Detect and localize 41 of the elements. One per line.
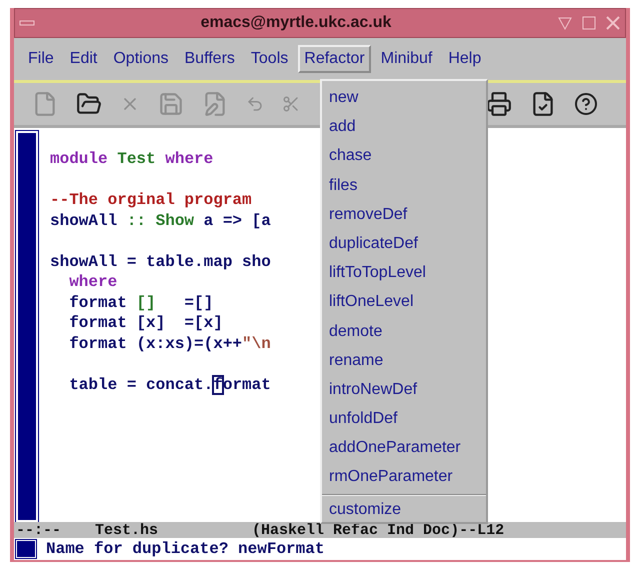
menu-item[interactable]: Edit bbox=[64, 45, 104, 73]
code-line: format [] =[] bbox=[68, 294, 214, 314]
window-title: emacs@myrtle.ukc.ac.uk bbox=[200, 14, 392, 32]
menu-item[interactable]: Tools bbox=[244, 45, 294, 73]
menu-item[interactable]: Refactor bbox=[298, 45, 371, 73]
menu-item[interactable]: Buffers bbox=[178, 45, 241, 73]
menu-entry[interactable]: rmOneParameter bbox=[322, 462, 486, 492]
menu-entry[interactable]: files bbox=[322, 170, 486, 200]
menu-entry[interactable]: chase bbox=[322, 141, 486, 171]
menu-item[interactable]: File bbox=[22, 45, 60, 73]
menu-item[interactable]: Options bbox=[107, 45, 174, 73]
menu-entry[interactable]: liftToTopLevel bbox=[322, 258, 486, 288]
code-line: table = concat.format bbox=[68, 374, 271, 396]
mode-line-status: --:-- bbox=[16, 522, 62, 538]
menu-entry[interactable]: addOneParameter bbox=[322, 433, 486, 462]
menu-entry[interactable]: add bbox=[322, 112, 486, 142]
code-line: format [x] =[x] bbox=[68, 314, 224, 334]
menu-entry[interactable]: liftOneLevel bbox=[322, 287, 486, 316]
code-line: --The orginal program bbox=[50, 190, 253, 211]
menu-entry[interactable]: demote bbox=[322, 316, 486, 346]
menu-entry[interactable]: new bbox=[322, 83, 486, 112]
code-line: where bbox=[68, 273, 118, 293]
major-modes: (Haskell Refac Ind Doc)--L12 bbox=[252, 522, 504, 538]
save-icon[interactable] bbox=[158, 91, 184, 117]
menu-entry[interactable]: unfoldDef bbox=[322, 404, 486, 434]
scissors-icon[interactable] bbox=[282, 95, 300, 113]
menu-entry[interactable]: introNewDef bbox=[322, 374, 486, 404]
buffer-name: Test.hs bbox=[95, 522, 158, 538]
code-line: showAll = table.map sho bbox=[50, 252, 271, 272]
code-line: format (x:xs)=(x++"\n bbox=[68, 334, 271, 354]
menu-item[interactable]: Help bbox=[442, 45, 488, 73]
undo-icon[interactable] bbox=[246, 95, 264, 113]
menu-entry[interactable]: customize bbox=[322, 498, 486, 522]
code-line: showAll :: Show a => [a bbox=[50, 212, 271, 232]
menu-item[interactable]: Minibuf bbox=[374, 45, 438, 73]
menu-entry[interactable]: removeDef bbox=[322, 200, 486, 229]
help-icon[interactable] bbox=[574, 92, 598, 116]
code-line: module Test where bbox=[50, 150, 214, 170]
printer-icon[interactable] bbox=[486, 91, 512, 117]
menu-entry[interactable]: duplicateDef bbox=[322, 228, 486, 258]
menu-entry[interactable]: rename bbox=[322, 346, 486, 375]
